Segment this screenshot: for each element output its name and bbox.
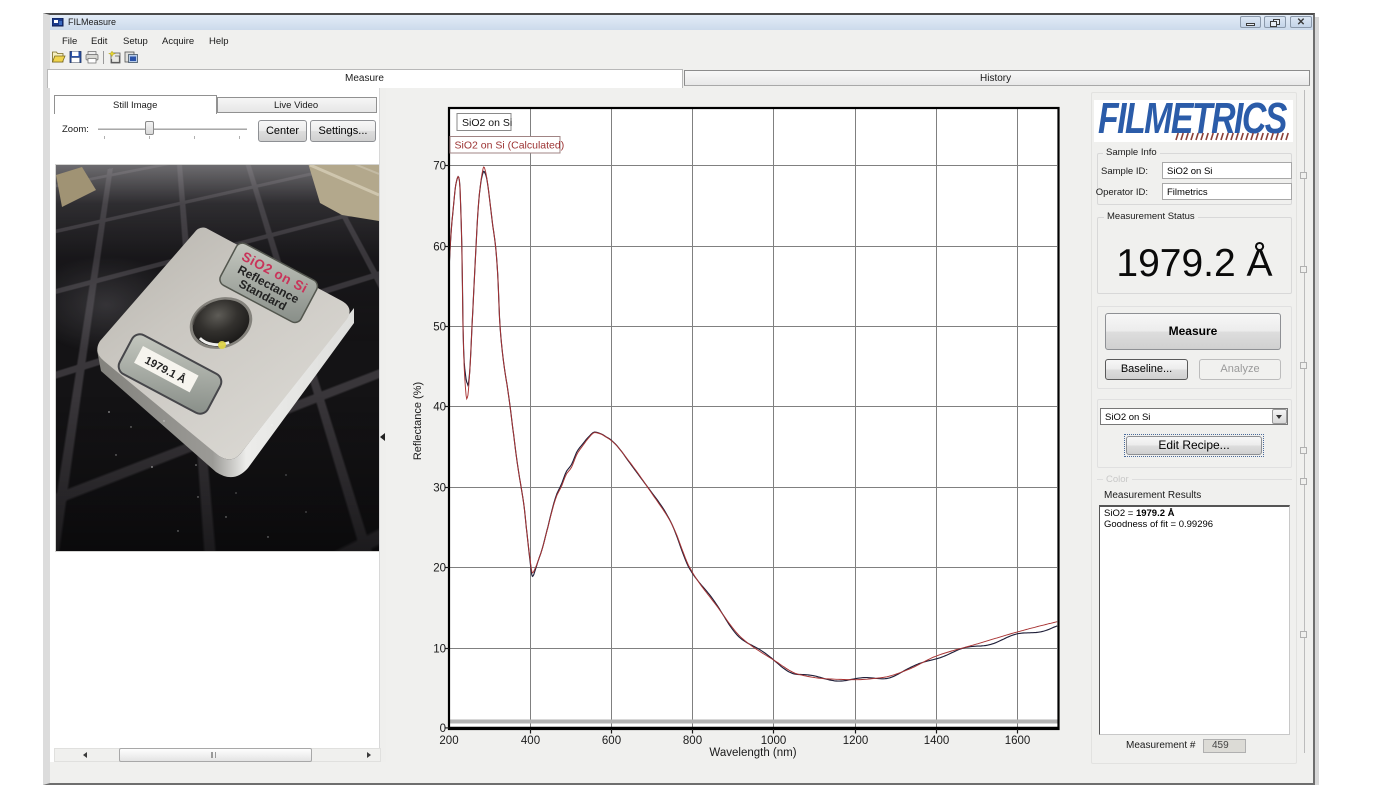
svg-text:60: 60 [433, 242, 446, 254]
svg-text:200: 200 [439, 735, 458, 747]
svg-text:Reflectance (%): Reflectance (%) [412, 382, 424, 460]
svg-text:800: 800 [683, 735, 702, 747]
svg-text:70: 70 [433, 161, 446, 173]
svg-text:SiO2 on Si: SiO2 on Si [462, 117, 512, 129]
svg-text:Wavelength (nm): Wavelength (nm) [709, 747, 796, 759]
svg-text:10: 10 [433, 644, 446, 656]
svg-text:40: 40 [433, 402, 446, 414]
svg-text:1400: 1400 [924, 735, 950, 747]
svg-text:20: 20 [433, 563, 446, 575]
svg-text:1000: 1000 [761, 735, 787, 747]
svg-text:50: 50 [433, 322, 446, 334]
svg-text:SiO2 on Si (Calculated): SiO2 on Si (Calculated) [455, 140, 565, 152]
svg-text:1600: 1600 [1005, 735, 1031, 747]
svg-text:1200: 1200 [843, 735, 869, 747]
svg-text:400: 400 [521, 735, 540, 747]
svg-text:0: 0 [440, 723, 446, 735]
svg-text:600: 600 [602, 735, 621, 747]
svg-text:30: 30 [433, 483, 446, 495]
